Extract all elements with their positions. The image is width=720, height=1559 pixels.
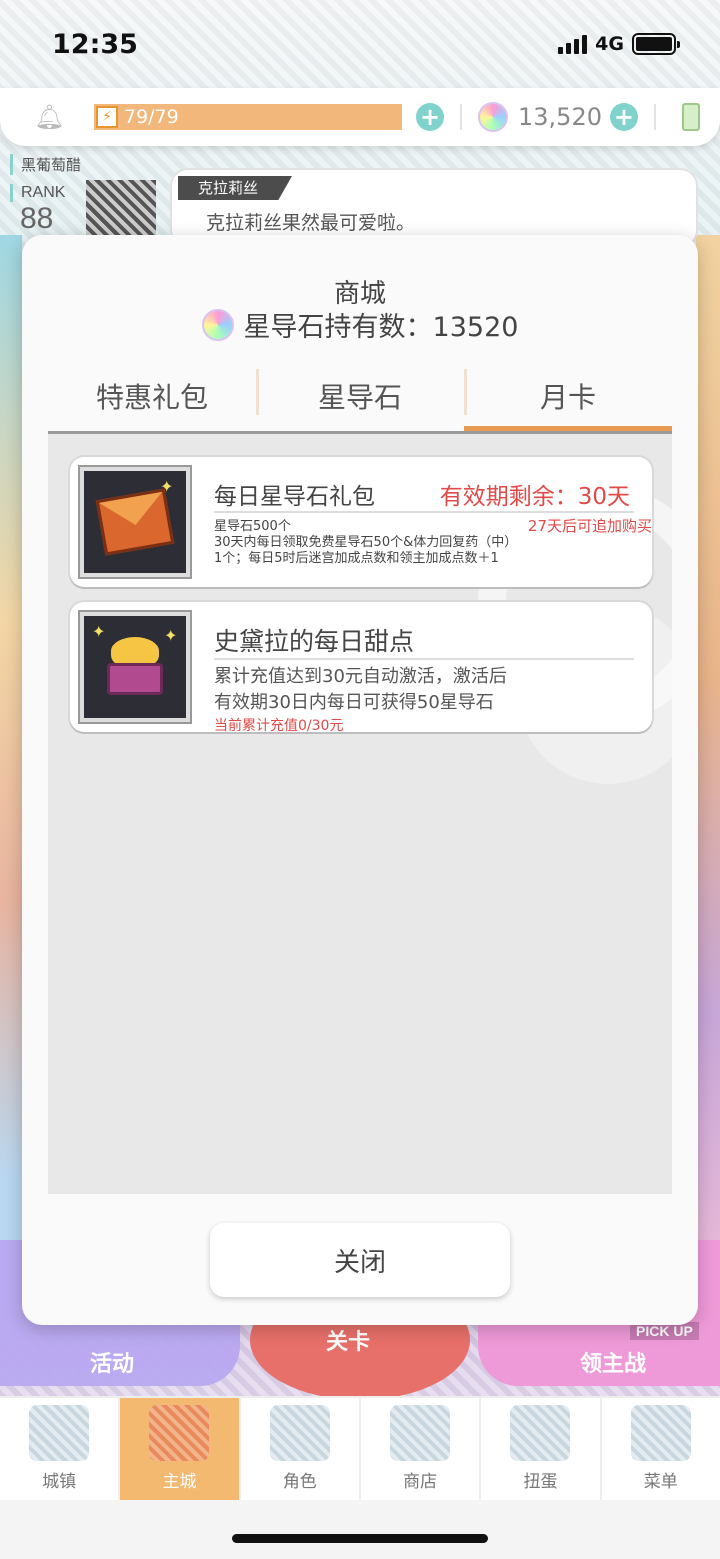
dialog-speaker: 克拉莉丝 [178,176,293,200]
remaining-days: 有效期剩余：30天 [439,484,630,510]
rebuy-notice: 27天后可追加购买 [527,517,652,535]
close-button[interactable]: 关闭 [210,1223,510,1297]
main-city-icon [149,1405,210,1461]
item-title: 每日星导石礼包 [214,484,375,510]
nav-label: 角色 [282,1472,317,1492]
network-type: 4G [595,33,624,55]
background-art-left [0,235,22,1345]
desc-line: 有效期30日内每日可获得50星导石 [214,692,494,713]
rank-value: 88 [20,202,54,235]
dialog-text: 克拉莉丝果然最可爱啦。 [206,212,416,234]
stamina-value: 79/79 [124,106,179,128]
tab-special-packs[interactable]: 特惠礼包 [48,359,256,433]
gem-holdings: 星导石持有数：13520 [22,305,698,344]
gacha-icon [510,1405,571,1461]
monthly-card-item[interactable]: ✦ 每日星导石礼包 有效期剩余：30天 星导石500个 30天内每日领取免费星导… [70,457,652,587]
town-icon [29,1405,90,1461]
recharge-progress: 当前累计充值0/30元 [214,718,344,734]
nav-item-main-city[interactable]: 主城 [120,1398,241,1500]
gem-holdings-text: 星导石持有数：13520 [243,312,519,343]
nav-item-store[interactable]: 商店 [361,1398,482,1500]
nav-label: 商店 [403,1472,438,1492]
nav-item-character[interactable]: 角色 [241,1398,361,1500]
divider [460,104,462,130]
nav-label: 主城 [162,1472,197,1492]
dessert-icon: ✦ ✦ [78,610,192,724]
background-art-right [696,235,720,1345]
bell-icon[interactable]: 🔔︎ [34,104,64,130]
character-icon [269,1405,330,1461]
desc-line: 30天内每日领取免费星导石50个&体力回复药（中） [214,535,518,550]
shop-content: ✦ 每日星导石礼包 有效期剩余：30天 星导石500个 30天内每日领取免费星导… [48,434,672,1194]
desc-line: 星导石500个 [214,519,291,534]
home-indicator[interactable] [232,1534,488,1543]
item-title: 史黛拉的每日甜点 [214,627,415,656]
lord-battle-button-label: 领主战 [580,1352,647,1377]
rank-label: RANK [10,184,65,202]
item-description: 累计充值达到30元自动激活，激活后 有效期30日内每日可获得50星导石 [214,664,507,716]
player-name: 黑葡萄醋 [10,154,81,175]
resource-bar: 🔔︎ ⚡︎ 79/79 + 13,520 + [0,88,720,146]
bottom-safe-area [0,1500,720,1559]
menu-icon [630,1405,691,1461]
nav-label: 菜单 [643,1472,678,1492]
divider [214,658,634,660]
battery-icon [632,33,680,55]
dessert-card-item[interactable]: ✦ ✦ 史黛拉的每日甜点 累计充值达到30元自动激活，激活后 有效期30日内每日… [70,602,652,734]
gem-count: 13,520 [518,103,602,131]
desc-line: 1个；每日5时后迷宫加成点数和领主加成点数＋1 [214,551,499,566]
nav-label: 城镇 [42,1472,77,1492]
item-description: 星导石500个 30天内每日领取免费星导石50个&体力回复药（中） 1个；每日5… [214,519,517,567]
signal-icon [558,34,588,54]
nav-item-town[interactable]: 城镇 [0,1398,121,1500]
add-stamina-button[interactable]: + [416,103,444,131]
nav-item-gacha[interactable]: 扭蛋 [481,1398,602,1500]
shop-tabs: 特惠礼包 星导石 月卡 [48,359,672,433]
star-gem-icon [478,102,508,132]
energy-battery-icon[interactable] [682,103,700,131]
tab-monthly-card[interactable]: 月卡 [464,359,672,433]
status-bar: 12:35 4G [0,0,720,88]
lightning-icon: ⚡︎ [96,106,118,128]
desc-line: 累计充值达到30元自动激活，激活后 [214,666,507,687]
clock: 12:35 [52,28,138,60]
rank-decoration [86,180,156,240]
stage-button-label: 关卡 [326,1330,371,1355]
divider [214,511,634,513]
store-icon [390,1405,451,1461]
star-gem-icon [201,308,234,341]
add-gems-button[interactable]: + [609,103,638,131]
gem-pack-icon: ✦ [78,465,192,579]
event-button-label: 活动 [90,1352,135,1377]
stamina-bar: ⚡︎ 79/79 [94,104,402,130]
tab-star-gems[interactable]: 星导石 [256,359,464,433]
nav-item-menu[interactable]: 菜单 [602,1398,720,1500]
divider [653,104,656,130]
bottom-nav: 城镇 主城 角色 商店 扭蛋 菜单 [0,1396,720,1500]
nav-label: 扭蛋 [523,1472,558,1492]
shop-modal: 商城 星导石持有数：13520 特惠礼包 星导石 月卡 ✦ 每日星导石礼包 有效… [22,235,698,1325]
